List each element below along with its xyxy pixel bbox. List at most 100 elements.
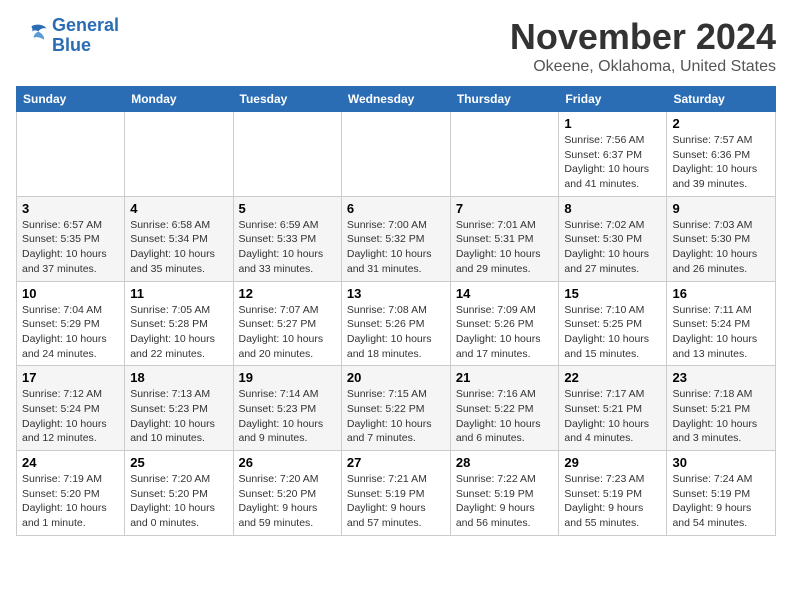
day-number: 26 <box>239 455 336 470</box>
day-detail: Sunrise: 7:01 AM Sunset: 5:31 PM Dayligh… <box>456 218 554 277</box>
day-detail: Sunrise: 7:07 AM Sunset: 5:27 PM Dayligh… <box>239 303 336 362</box>
calendar-day-cell: 19 Sunrise: 7:14 AM Sunset: 5:23 PM Dayli… <box>233 366 341 451</box>
calendar-day-cell <box>450 112 559 197</box>
weekday-header-tuesday: Tuesday <box>233 87 341 112</box>
calendar-day-cell: 22Sunrise: 7:17 AM Sunset: 5:21 PM Dayli… <box>559 366 667 451</box>
weekday-header-friday: Friday <box>559 87 667 112</box>
calendar-day-cell: 29Sunrise: 7:23 AM Sunset: 5:19 PM Dayli… <box>559 451 667 536</box>
day-detail: Sunrise: 7:02 AM Sunset: 5:30 PM Dayligh… <box>564 218 661 277</box>
day-detail: Sunrise: 7:12 AM Sunset: 5:24 PM Dayligh… <box>22 387 119 446</box>
day-detail: Sunrise: 7:20 AM Sunset: 5:20 PM Dayligh… <box>239 472 336 531</box>
day-detail: Sunrise: 7:00 AM Sunset: 5:32 PM Dayligh… <box>347 218 445 277</box>
calendar-day-cell: 2 Sunrise: 7:57 AM Sunset: 6:36 PM Daylig… <box>667 112 776 197</box>
title-block: November 2024 Okeene, Oklahoma, United S… <box>510 16 776 76</box>
day-detail: Sunrise: 7:10 AM Sunset: 5:25 PM Dayligh… <box>564 303 661 362</box>
logo: General Blue <box>16 16 119 56</box>
day-detail: Sunrise: 7:14 AM Sunset: 5:23 PM Dayligh… <box>239 387 336 446</box>
calendar-day-cell: 7 Sunrise: 7:01 AM Sunset: 5:31 PM Daylig… <box>450 196 559 281</box>
calendar-day-cell: 26 Sunrise: 7:20 AM Sunset: 5:20 PM Dayli… <box>233 451 341 536</box>
day-detail: Sunrise: 7:19 AM Sunset: 5:20 PM Dayligh… <box>22 472 119 531</box>
calendar-day-cell: 8 Sunrise: 7:02 AM Sunset: 5:30 PM Daylig… <box>559 196 667 281</box>
calendar-day-cell: 5 Sunrise: 6:59 AM Sunset: 5:33 PM Daylig… <box>233 196 341 281</box>
day-number: 21 <box>456 370 554 385</box>
calendar-day-cell: 11 Sunrise: 7:05 AM Sunset: 5:28 PM Dayli… <box>125 281 233 366</box>
calendar-day-cell: 27 Sunrise: 7:21 AM Sunset: 5:19 PM Dayli… <box>341 451 450 536</box>
day-number: 23 <box>672 370 770 385</box>
logo-bird-icon <box>16 22 48 50</box>
location-subtitle: Okeene, Oklahoma, United States <box>510 58 776 76</box>
day-number: 13 <box>347 286 445 301</box>
day-number: 15 <box>564 286 661 301</box>
day-number: 16 <box>672 286 770 301</box>
calendar-day-cell <box>17 112 125 197</box>
day-number: 7 <box>456 201 554 216</box>
day-detail: Sunrise: 7:24 AM Sunset: 5:19 PM Dayligh… <box>672 472 770 531</box>
day-number: 9 <box>672 201 770 216</box>
month-title: November 2024 <box>510 16 776 58</box>
day-detail: Sunrise: 6:58 AM Sunset: 5:34 PM Dayligh… <box>130 218 227 277</box>
page-header: General Blue November 2024 Okeene, Oklah… <box>16 16 776 76</box>
calendar-day-cell: 28 Sunrise: 7:22 AM Sunset: 5:19 PM Dayli… <box>450 451 559 536</box>
weekday-header-sunday: Sunday <box>17 87 125 112</box>
day-number: 4 <box>130 201 227 216</box>
calendar-day-cell: 9 Sunrise: 7:03 AM Sunset: 5:30 PM Daylig… <box>667 196 776 281</box>
calendar-week-row: 17 Sunrise: 7:12 AM Sunset: 5:24 PM Dayli… <box>17 366 776 451</box>
calendar-day-cell: 30 Sunrise: 7:24 AM Sunset: 5:19 PM Dayli… <box>667 451 776 536</box>
day-detail: Sunrise: 7:11 AM Sunset: 5:24 PM Dayligh… <box>672 303 770 362</box>
calendar-day-cell: 18Sunrise: 7:13 AM Sunset: 5:23 PM Dayli… <box>125 366 233 451</box>
calendar-day-cell: 24 Sunrise: 7:19 AM Sunset: 5:20 PM Dayli… <box>17 451 125 536</box>
day-number: 14 <box>456 286 554 301</box>
day-number: 27 <box>347 455 445 470</box>
calendar-day-cell: 13 Sunrise: 7:08 AM Sunset: 5:26 PM Dayli… <box>341 281 450 366</box>
day-detail: Sunrise: 7:08 AM Sunset: 5:26 PM Dayligh… <box>347 303 445 362</box>
calendar-day-cell: 14 Sunrise: 7:09 AM Sunset: 5:26 PM Dayli… <box>450 281 559 366</box>
day-detail: Sunrise: 7:18 AM Sunset: 5:21 PM Dayligh… <box>672 387 770 446</box>
day-detail: Sunrise: 6:57 AM Sunset: 5:35 PM Dayligh… <box>22 218 119 277</box>
calendar-week-row: 10 Sunrise: 7:04 AM Sunset: 5:29 PM Dayli… <box>17 281 776 366</box>
day-detail: Sunrise: 7:13 AM Sunset: 5:23 PM Dayligh… <box>130 387 227 446</box>
day-number: 30 <box>672 455 770 470</box>
day-detail: Sunrise: 7:21 AM Sunset: 5:19 PM Dayligh… <box>347 472 445 531</box>
day-detail: Sunrise: 6:59 AM Sunset: 5:33 PM Dayligh… <box>239 218 336 277</box>
calendar-week-row: 3 Sunrise: 6:57 AM Sunset: 5:35 PM Daylig… <box>17 196 776 281</box>
day-number: 5 <box>239 201 336 216</box>
day-number: 25 <box>130 455 227 470</box>
day-detail: Sunrise: 7:04 AM Sunset: 5:29 PM Dayligh… <box>22 303 119 362</box>
day-detail: Sunrise: 7:57 AM Sunset: 6:36 PM Dayligh… <box>672 133 770 192</box>
calendar-day-cell: 4 Sunrise: 6:58 AM Sunset: 5:34 PM Daylig… <box>125 196 233 281</box>
day-number: 11 <box>130 286 227 301</box>
day-number: 2 <box>672 116 770 131</box>
weekday-header-thursday: Thursday <box>450 87 559 112</box>
day-number: 19 <box>239 370 336 385</box>
calendar-day-cell: 6 Sunrise: 7:00 AM Sunset: 5:32 PM Daylig… <box>341 196 450 281</box>
day-detail: Sunrise: 7:22 AM Sunset: 5:19 PM Dayligh… <box>456 472 554 531</box>
calendar-week-row: 24 Sunrise: 7:19 AM Sunset: 5:20 PM Dayli… <box>17 451 776 536</box>
calendar-day-cell: 17 Sunrise: 7:12 AM Sunset: 5:24 PM Dayli… <box>17 366 125 451</box>
weekday-header-saturday: Saturday <box>667 87 776 112</box>
day-number: 22 <box>564 370 661 385</box>
day-number: 6 <box>347 201 445 216</box>
day-number: 17 <box>22 370 119 385</box>
calendar-day-cell <box>125 112 233 197</box>
day-number: 10 <box>22 286 119 301</box>
day-detail: Sunrise: 7:09 AM Sunset: 5:26 PM Dayligh… <box>456 303 554 362</box>
day-detail: Sunrise: 7:03 AM Sunset: 5:30 PM Dayligh… <box>672 218 770 277</box>
calendar-day-cell: 3 Sunrise: 6:57 AM Sunset: 5:35 PM Daylig… <box>17 196 125 281</box>
day-detail: Sunrise: 7:16 AM Sunset: 5:22 PM Dayligh… <box>456 387 554 446</box>
calendar-day-cell: 21 Sunrise: 7:16 AM Sunset: 5:22 PM Dayli… <box>450 366 559 451</box>
calendar-day-cell: 25Sunrise: 7:20 AM Sunset: 5:20 PM Dayli… <box>125 451 233 536</box>
day-number: 3 <box>22 201 119 216</box>
day-number: 20 <box>347 370 445 385</box>
calendar-header-row: SundayMondayTuesdayWednesdayThursdayFrid… <box>17 87 776 112</box>
calendar-day-cell: 15 Sunrise: 7:10 AM Sunset: 5:25 PM Dayli… <box>559 281 667 366</box>
day-number: 24 <box>22 455 119 470</box>
logo-text: General Blue <box>52 16 119 56</box>
calendar-table: SundayMondayTuesdayWednesdayThursdayFrid… <box>16 86 776 536</box>
calendar-day-cell: 16 Sunrise: 7:11 AM Sunset: 5:24 PM Dayli… <box>667 281 776 366</box>
day-number: 8 <box>564 201 661 216</box>
calendar-day-cell: 12Sunrise: 7:07 AM Sunset: 5:27 PM Dayli… <box>233 281 341 366</box>
day-number: 1 <box>564 116 661 131</box>
calendar-day-cell: 23 Sunrise: 7:18 AM Sunset: 5:21 PM Dayli… <box>667 366 776 451</box>
day-detail: Sunrise: 7:05 AM Sunset: 5:28 PM Dayligh… <box>130 303 227 362</box>
day-number: 28 <box>456 455 554 470</box>
